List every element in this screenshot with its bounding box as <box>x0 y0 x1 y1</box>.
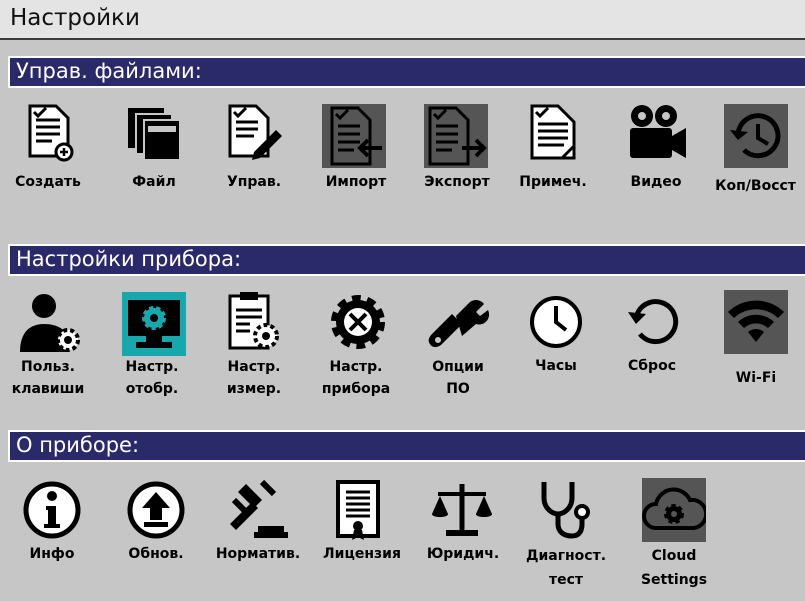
window-title-bar: Настройки <box>0 0 805 40</box>
tile-label-notes[interactable]: Примеч. <box>506 172 600 192</box>
tile-label-device-settings[interactable]: Настр. прибора <box>308 356 404 400</box>
tile-label-display-settings[interactable]: Настр. отобр. <box>114 356 190 400</box>
gavel-icon[interactable] <box>224 478 288 542</box>
tools-gear-icon[interactable] <box>326 290 390 354</box>
tile-label-line2: прибора <box>321 381 391 397</box>
tile-label-legal[interactable]: Юридич. <box>418 544 508 564</box>
tile-label-video[interactable]: Видео <box>616 172 696 192</box>
tile-label-line1: Настр. <box>227 359 281 375</box>
tile-label-line2: клавиши <box>11 381 85 397</box>
software-options-icon[interactable] <box>426 290 490 354</box>
tile-label-backup[interactable]: Коп/Восст <box>706 176 805 196</box>
cloud-settings-icon[interactable] <box>642 478 706 542</box>
tile-label-create[interactable]: Создать <box>8 172 88 192</box>
tile-label-line1: Настр. <box>125 359 179 375</box>
file-edit-icon[interactable] <box>220 100 284 164</box>
tile-label-manage[interactable]: Управ. <box>214 172 294 192</box>
window-title: Настройки <box>10 5 140 31</box>
tile-label-line2: тест <box>548 572 584 588</box>
tile-label-line1: Опции <box>432 359 484 375</box>
tile-label-import[interactable]: Импорт <box>316 172 396 192</box>
user-gear-icon[interactable] <box>18 290 82 354</box>
tile-label-export[interactable]: Экспорт <box>410 172 504 192</box>
measure-settings-icon[interactable] <box>222 290 286 354</box>
import-icon[interactable] <box>322 104 386 168</box>
tile-label-line1: Cloud <box>651 548 697 564</box>
license-icon[interactable] <box>326 478 390 542</box>
tile-label-line1: Диагност. <box>525 548 607 564</box>
tile-label-line1: Настр. <box>329 359 383 375</box>
tile-label-wifi[interactable]: Wi-Fi <box>716 368 796 388</box>
reset-icon[interactable] <box>622 290 686 354</box>
tile-label-file[interactable]: Файл <box>116 172 192 192</box>
tile-label-measure-settings[interactable]: Настр. измер. <box>214 356 294 400</box>
section-title: О приборе: <box>16 433 140 457</box>
tile-label-software-options[interactable]: Опции ПО <box>416 356 500 400</box>
notes-icon[interactable] <box>522 100 586 164</box>
tile-label-line1: Польз. <box>21 359 75 375</box>
export-icon[interactable] <box>424 104 488 168</box>
scales-icon[interactable] <box>430 478 494 542</box>
display-settings-icon[interactable] <box>122 292 186 356</box>
tile-label-update[interactable]: Обнов. <box>116 544 196 564</box>
tile-label-info[interactable]: Инфо <box>12 544 92 564</box>
section-header-about-device: О приборе: <box>8 430 805 462</box>
section-header-file-management: Управ. файлами: <box>8 56 805 88</box>
video-camera-icon[interactable] <box>624 100 688 164</box>
tile-label-clock[interactable]: Часы <box>516 356 596 376</box>
tile-label-line2: отобр. <box>125 381 179 397</box>
stethoscope-icon[interactable] <box>534 478 598 542</box>
section-header-device-settings: Настройки прибора: <box>8 244 805 276</box>
tile-label-user-keys[interactable]: Польз. клавиши <box>10 356 86 400</box>
info-icon[interactable] <box>20 478 84 542</box>
wifi-icon[interactable] <box>724 290 788 354</box>
tile-label-line2: Settings <box>640 572 708 588</box>
update-icon[interactable] <box>124 478 188 542</box>
tile-label-license[interactable]: Лицензия <box>314 544 410 564</box>
section-title: Управ. файлами: <box>16 59 202 83</box>
tile-label-line2: ПО <box>446 381 470 397</box>
tile-label-cloud-settings[interactable]: Cloud Settings <box>634 544 714 592</box>
tile-label-regulatory[interactable]: Норматив. <box>206 544 310 564</box>
file-stack-icon[interactable] <box>122 100 186 164</box>
tile-label-reset[interactable]: Сброс <box>612 356 692 376</box>
tile-label-diagnostic[interactable]: Диагност. тест <box>518 544 614 592</box>
backup-restore-icon[interactable] <box>724 104 788 168</box>
file-create-icon[interactable] <box>18 100 82 164</box>
clock-icon[interactable] <box>524 290 588 354</box>
tile-label-line2: измер. <box>226 381 282 397</box>
section-title: Настройки прибора: <box>16 247 242 271</box>
